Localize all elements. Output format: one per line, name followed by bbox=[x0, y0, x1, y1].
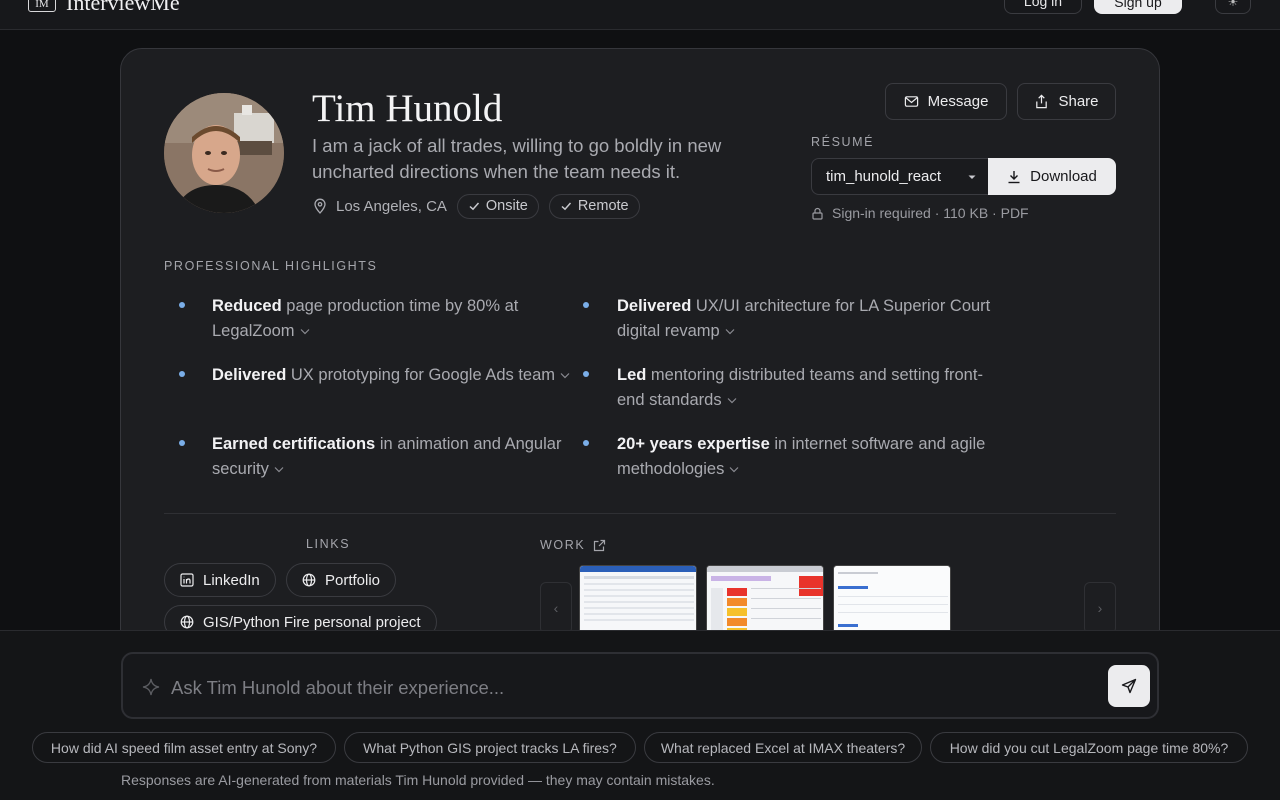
highlight-item[interactable]: Led mentoring distributed teams and sett… bbox=[617, 363, 997, 413]
resume-selected-file: tim_hunold_react bbox=[826, 168, 942, 185]
links-title: LINKS bbox=[306, 537, 351, 551]
bullet-dot bbox=[583, 302, 589, 308]
suggested-question[interactable]: How did you cut LegalZoom page time 80%? bbox=[930, 732, 1248, 763]
work-next-button[interactable]: › bbox=[1084, 582, 1116, 634]
work-thumbnail[interactable] bbox=[833, 565, 951, 635]
download-button[interactable]: Download bbox=[988, 158, 1116, 195]
download-icon bbox=[1008, 170, 1020, 183]
suggested-question[interactable]: How did AI speed film asset entry at Son… bbox=[32, 732, 336, 763]
work-thumbnail[interactable] bbox=[706, 565, 824, 635]
chevron-down-icon bbox=[729, 467, 739, 473]
send-icon bbox=[1121, 678, 1137, 694]
suggested-question[interactable]: What replaced Excel at IMAX theaters? bbox=[644, 732, 922, 763]
globe-icon bbox=[302, 573, 316, 587]
chat-input-placeholder: Ask Tim Hunold about their experience... bbox=[171, 677, 505, 698]
share-icon bbox=[1036, 94, 1048, 109]
suggested-question[interactable]: What Python GIS project tracks LA fires? bbox=[344, 732, 636, 763]
highlight-item[interactable]: Delivered UX prototyping for Google Ads … bbox=[212, 363, 572, 388]
chevron-down-icon bbox=[560, 373, 570, 379]
work-thumbnail[interactable] bbox=[579, 565, 697, 635]
theme-toggle-button[interactable]: ☀ bbox=[1215, 0, 1251, 14]
highlights-title: PROFESSIONAL HIGHLIGHTS bbox=[164, 259, 378, 273]
highlight-item[interactable]: Delivered UX/UI architecture for LA Supe… bbox=[617, 294, 997, 344]
location-text: Los Angeles, CA bbox=[336, 197, 447, 215]
external-link-icon bbox=[594, 539, 606, 551]
highlight-item[interactable]: Earned certifications in animation and A… bbox=[212, 432, 572, 482]
logo-mark: IM bbox=[28, 0, 56, 12]
bullet-dot bbox=[179, 302, 185, 308]
chevron-down-icon bbox=[274, 467, 284, 473]
app-name: InterviewMe bbox=[66, 0, 180, 15]
globe-icon bbox=[180, 615, 194, 629]
resume-label: RÉSUMÉ bbox=[811, 135, 875, 149]
work-mode-chip-onsite: Onsite bbox=[456, 193, 539, 219]
resume-meta: Sign-in required · 110 KB · PDF bbox=[811, 205, 1029, 221]
chevron-down-icon bbox=[725, 329, 735, 335]
chevron-down-icon bbox=[727, 398, 737, 404]
location-row: Los Angeles, CA Onsite Remote bbox=[312, 193, 650, 219]
check-icon bbox=[469, 202, 479, 211]
profile-name: Tim Hunold bbox=[312, 87, 503, 130]
chevron-left-icon: ‹ bbox=[553, 600, 559, 616]
sparkle-icon bbox=[142, 678, 160, 696]
work-title[interactable]: WORK bbox=[540, 538, 606, 552]
link-linkedin[interactable]: LinkedIn bbox=[164, 563, 276, 597]
work-mode-chip-remote: Remote bbox=[548, 193, 640, 219]
ai-disclaimer: Responses are AI-generated from material… bbox=[121, 772, 715, 788]
login-button[interactable]: Log in bbox=[1004, 0, 1082, 14]
share-button[interactable]: Share bbox=[1017, 83, 1116, 120]
app-logo[interactable]: IM InterviewMe bbox=[28, 0, 180, 16]
link-portfolio[interactable]: Portfolio bbox=[286, 563, 397, 597]
resume-file-select[interactable]: tim_hunold_react bbox=[811, 158, 989, 195]
sun-icon: ☀ bbox=[1227, 0, 1239, 9]
signup-button[interactable]: Sign up bbox=[1094, 0, 1182, 14]
top-navigation-bar: IM InterviewMe Log in Sign up ☀ bbox=[0, 0, 1280, 30]
bullet-dot bbox=[179, 440, 185, 446]
avatar bbox=[164, 93, 284, 213]
message-button[interactable]: Message bbox=[885, 83, 1007, 120]
bullet-dot bbox=[179, 371, 185, 377]
work-prev-button[interactable]: ‹ bbox=[540, 582, 572, 634]
chat-input-box[interactable]: Ask Tim Hunold about their experience... bbox=[121, 652, 1159, 719]
lock-icon bbox=[812, 207, 823, 220]
chevron-down-icon bbox=[968, 175, 976, 179]
profile-tagline: I am a jack of all trades, willing to go… bbox=[312, 135, 722, 182]
section-divider bbox=[164, 513, 1116, 514]
send-button[interactable] bbox=[1108, 665, 1150, 707]
chevron-right-icon: › bbox=[1097, 600, 1103, 616]
linkedin-icon bbox=[180, 573, 194, 587]
map-pin-icon bbox=[314, 198, 326, 214]
mail-icon bbox=[904, 96, 918, 107]
check-icon bbox=[561, 202, 571, 211]
bullet-dot bbox=[583, 371, 589, 377]
bullet-dot bbox=[583, 440, 589, 446]
highlight-item[interactable]: Reduced page production time by 80% at L… bbox=[212, 294, 572, 344]
chevron-down-icon bbox=[300, 329, 309, 335]
highlight-item[interactable]: 20+ years expertise in internet software… bbox=[617, 432, 997, 482]
